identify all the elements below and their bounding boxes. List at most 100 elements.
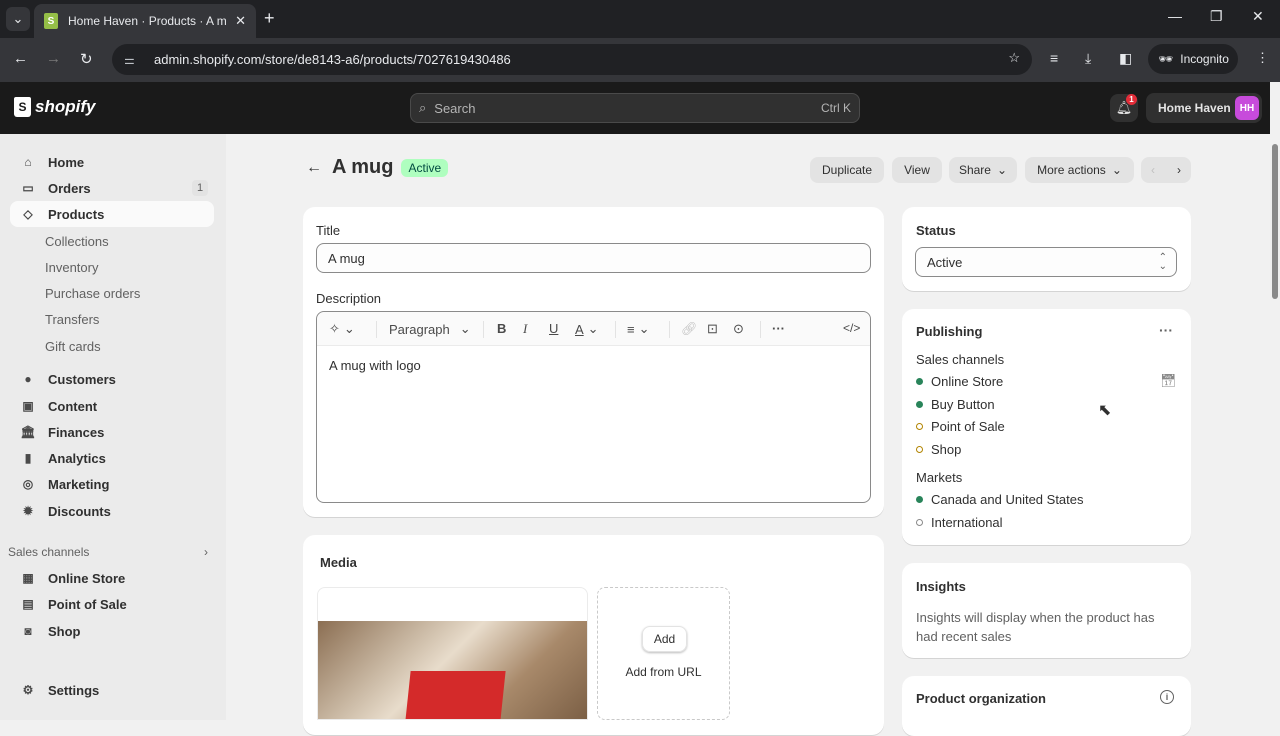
media-item[interactable] (317, 587, 588, 720)
sidebar-item-purchase-orders[interactable]: Purchase orders (10, 280, 214, 306)
account-menu[interactable]: Home Haven HH (1146, 93, 1262, 123)
sidebar-item-transfers[interactable]: Transfers (10, 306, 214, 332)
bookmark-star-icon[interactable]: ☆ (1008, 50, 1020, 66)
site-info-icon[interactable]: ⚌ (124, 53, 140, 67)
sidebar-item-collections[interactable]: Collections (10, 228, 214, 254)
add-media-button[interactable]: Add (642, 626, 687, 652)
previous-product-icon[interactable]: ‹ (1151, 163, 1155, 177)
more-actions-label: More actions (1037, 163, 1106, 177)
text-color-button[interactable]: A ⌄ (575, 321, 599, 337)
back-icon[interactable]: ← (13, 50, 28, 67)
sidebar-item-products[interactable]: ◇ Products (10, 201, 214, 227)
sidebar-channel-online-store[interactable]: ▦ Online Store (10, 565, 214, 591)
shopify-logo[interactable]: S shopify (14, 97, 95, 117)
mouse-cursor-icon: ⬉ (1098, 402, 1112, 419)
address-bar[interactable]: ⚌ admin.shopify.com/store/de8143-a6/prod… (112, 44, 1032, 75)
paragraph-select[interactable]: Paragraph ⌄ (389, 321, 471, 337)
description-editor[interactable]: ✧ ⌄ Paragraph ⌄ B I U A ⌄ ≡ ⌄ 🔗︎ ⊡ ⊙ ··· </>… (316, 311, 871, 503)
sidebar-channel-point-of-sale[interactable]: ▤ Point of Sale (10, 591, 214, 617)
align-left-icon: ≡ (627, 321, 635, 337)
link-icon[interactable]: 🔗︎ (681, 321, 698, 337)
more-actions-button[interactable]: More actions ⌄ (1025, 157, 1134, 183)
chevron-down-icon: ⌄ (638, 321, 650, 336)
sidebar-channel-shop[interactable]: ◙ Shop (10, 618, 214, 644)
align-button[interactable]: ≡ ⌄ (627, 321, 650, 337)
url-text: admin.shopify.com/store/de8143-a6/produc… (154, 52, 511, 67)
sidebar-item-discounts[interactable]: ✹ Discounts (10, 498, 214, 524)
add-from-url-link[interactable]: Add from URL (598, 665, 729, 679)
chevron-down-icon: ⌄ (459, 321, 471, 336)
sidebar: ⌂ Home ▭ Orders 1 ◇ Products Collections Inv… (0, 134, 226, 720)
incognito-badge[interactable]: 🕶 Incognito (1148, 44, 1238, 74)
back-arrow-icon[interactable]: ← (306, 159, 322, 177)
scrollbar-thumb[interactable] (1272, 144, 1278, 299)
text-color-icon: A (575, 321, 584, 337)
insights-title: Insights (916, 579, 966, 594)
channel-buy-button: Buy Button (916, 397, 995, 412)
status-select[interactable]: Active ⌃ ⌄ (915, 247, 1177, 277)
sidebar-item-label: Purchase orders (45, 285, 141, 301)
code-view-icon[interactable]: </> (843, 321, 860, 335)
sidebar-item-gift-cards[interactable]: Gift cards (10, 333, 214, 359)
bold-icon[interactable]: B (497, 321, 506, 336)
forward-icon[interactable]: → (46, 50, 61, 67)
ai-generate-button[interactable]: ✧ ⌄ (329, 321, 355, 337)
insights-text: Insights will display when the product h… (916, 610, 1155, 644)
underline-icon[interactable]: U (549, 321, 558, 336)
minimize-icon[interactable]: — (1168, 8, 1182, 24)
product-pager: ‹ › (1141, 157, 1191, 183)
download-icon[interactable]: ⤓ (1085, 50, 1091, 67)
tag-icon: ◇ (23, 207, 33, 221)
channel-shop: Shop (916, 442, 961, 457)
title-input[interactable]: A mug (316, 243, 871, 273)
reload-icon[interactable]: ↻ (80, 50, 93, 68)
sales-channels-header[interactable]: Sales channels › (8, 545, 208, 559)
sidebar-item-orders[interactable]: ▭ Orders 1 (10, 175, 214, 201)
publishing-more-icon[interactable]: ··· (1159, 322, 1173, 338)
restore-icon[interactable]: ❐ (1210, 8, 1223, 25)
sidebar-item-label: Orders (48, 180, 91, 196)
page-scrollbar[interactable] (1270, 134, 1280, 720)
browser-tab[interactable]: S Home Haven · Products · A mug ✕ (34, 4, 256, 38)
view-button[interactable]: View (892, 157, 942, 183)
more-formatting-icon[interactable]: ··· (772, 321, 785, 336)
sidebar-item-finances[interactable]: 🏛︎ Finances (10, 419, 214, 445)
close-window-icon[interactable]: ✕ (1252, 8, 1264, 25)
video-icon[interactable]: ⊙ (733, 321, 744, 337)
tab-search-button[interactable]: ⌄ (6, 7, 30, 31)
description-content[interactable]: A mug with logo (317, 346, 870, 385)
schedule-calendar-icon[interactable]: 📅︎ (1160, 373, 1177, 389)
chevron-down-icon: ⌄ (12, 11, 24, 26)
channel-point-of-sale: Point of Sale (916, 419, 1005, 434)
sidebar-item-label: Online Store (48, 570, 126, 586)
pos-icon: ▤ (22, 597, 34, 611)
search-input[interactable]: ⌕ Search Ctrl K (410, 93, 860, 123)
gift-box-shape (405, 671, 506, 719)
sidebar-item-inventory[interactable]: Inventory (10, 254, 214, 280)
media-dropzone[interactable]: Add Add from URL (597, 587, 730, 720)
sidebar-item-analytics[interactable]: ▮ Analytics (10, 445, 214, 471)
info-icon[interactable]: i (1160, 690, 1174, 704)
share-button[interactable]: Share ⌄ (949, 157, 1017, 183)
image-icon[interactable]: ⊡ (707, 321, 718, 337)
notifications-button[interactable]: 🔔︎ 1 (1110, 94, 1138, 122)
browser-menu-icon[interactable]: ⋮ (1256, 50, 1269, 66)
market-canada-us: Canada and United States (916, 492, 1084, 507)
sidebar-item-home[interactable]: ⌂ Home (10, 149, 214, 175)
sidebar-item-settings[interactable]: ⚙ Settings (10, 677, 214, 703)
media-icon[interactable]: ≡ (1050, 50, 1058, 66)
side-panel-icon[interactable]: ◧ (1119, 50, 1132, 67)
store-name: Home Haven (1158, 101, 1231, 115)
italic-icon[interactable]: I (523, 321, 527, 337)
duplicate-button[interactable]: Duplicate (810, 157, 884, 183)
sidebar-item-marketing[interactable]: ◎ Marketing (10, 471, 214, 497)
sidebar-item-content[interactable]: ▣ Content (10, 393, 214, 419)
search-icon: ⌕ (419, 100, 427, 115)
new-tab-icon[interactable]: + (264, 8, 275, 29)
media-title: Media (320, 555, 357, 570)
organization-title: Product organization (916, 691, 1046, 706)
close-tab-icon[interactable]: ✕ (235, 13, 246, 29)
published-dot-icon (916, 496, 923, 503)
sidebar-item-customers[interactable]: ● Customers (10, 366, 214, 392)
next-product-icon[interactable]: › (1177, 163, 1181, 177)
